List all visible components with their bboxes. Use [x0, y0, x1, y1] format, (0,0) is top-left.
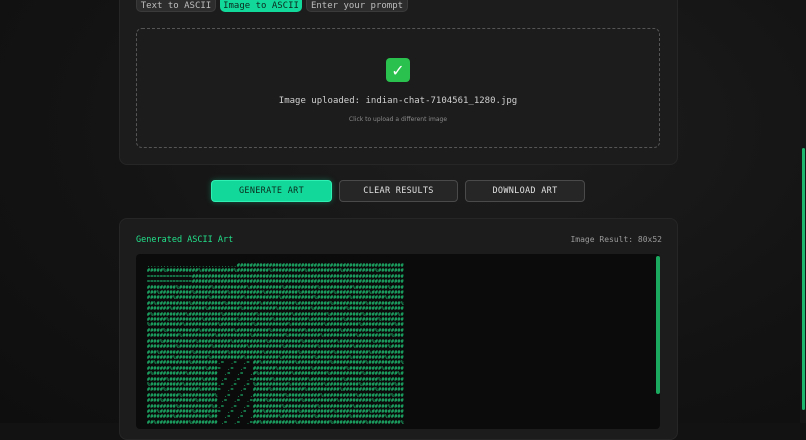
generate-art-button[interactable]: GENERATE ART	[211, 180, 332, 202]
result-title: Generated ASCII Art	[136, 235, 234, 245]
tab-text-to-ascii[interactable]: Text to ASCII	[136, 0, 216, 12]
upload-status-text: Image uploaded: indian-chat-7104561_1280…	[278, 96, 518, 106]
page-scrollbar-thumb[interactable]	[802, 148, 805, 410]
upload-hint: Click to upload a different image	[348, 116, 448, 123]
image-upload-dropzone[interactable]	[136, 28, 660, 148]
download-art-button[interactable]: DOWNLOAD ART	[465, 180, 585, 202]
tab-enter-prompt[interactable]: Enter your prompt	[306, 0, 408, 12]
ascii-art-output: ............................############…	[147, 263, 404, 426]
check-mark-icon: ✓	[386, 58, 410, 82]
ascii-output-area[interactable]: ............................############…	[136, 254, 660, 429]
clear-results-button[interactable]: CLEAR RESULTS	[339, 180, 458, 202]
result-dimensions: Image Result: 80x52	[570, 235, 662, 244]
ascii-output-scrollbar[interactable]	[656, 256, 660, 394]
tab-image-to-ascii[interactable]: Image to ASCII	[220, 0, 302, 12]
